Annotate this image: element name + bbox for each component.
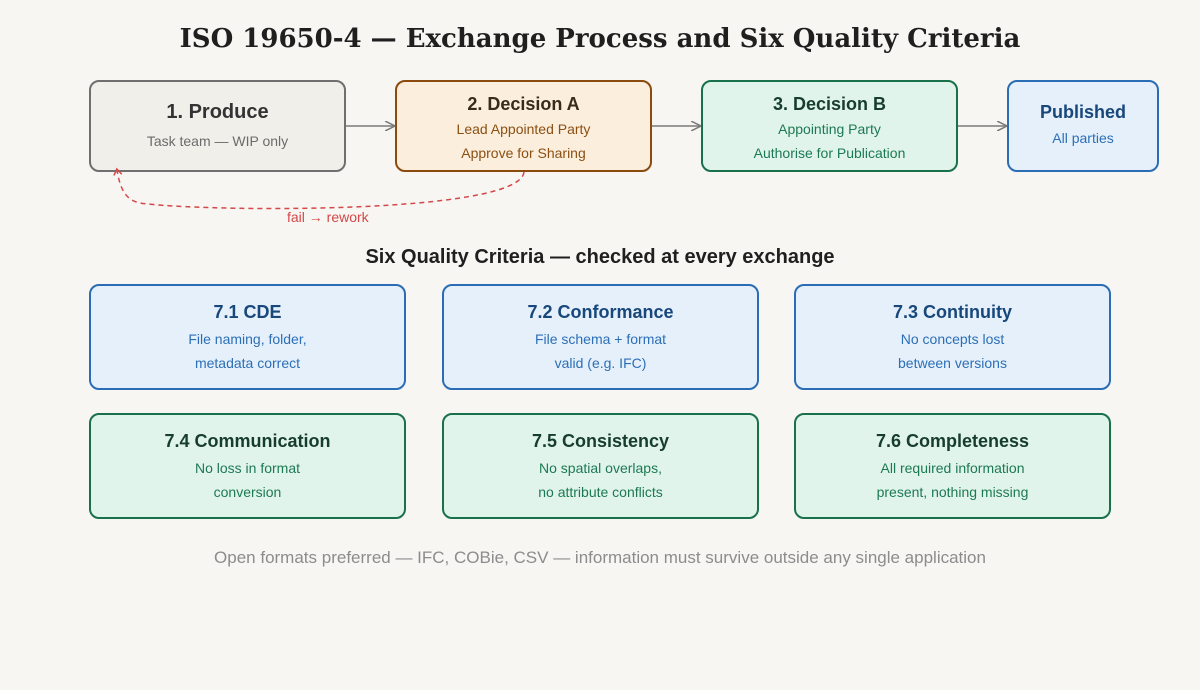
criterion-detail: No spatial overlaps, — [539, 460, 662, 476]
step-decision-b-action: Authorise for Publication — [753, 145, 906, 161]
step-decision-a-action: Approve for Sharing — [461, 145, 586, 161]
criterion-heading: 7.5 Consistency — [531, 431, 670, 451]
step-decision-b-heading: 3. Decision B — [772, 94, 887, 114]
step-produce-heading: 1. Produce — [166, 101, 269, 123]
criteria-title: Six Quality Criteria — checked at every … — [365, 246, 835, 268]
criterion-continuity[interactable]: 7.3 Continuity No concepts lost between … — [794, 284, 1111, 390]
step-published-heading: Published — [1039, 102, 1126, 122]
criterion-heading: 7.4 Communication — [164, 431, 331, 451]
criterion-detail: metadata correct — [194, 355, 301, 371]
criterion-cde[interactable]: 7.1 CDE File naming, folder, metadata co… — [89, 284, 406, 390]
rework-loop-arrow — [117, 170, 525, 210]
criterion-consistency[interactable]: 7.5 Consistency No spatial overlaps, no … — [442, 413, 759, 519]
step-decision-a[interactable]: 2. Decision A Lead Appointed Party Appro… — [395, 80, 652, 172]
step-decision-b-role: Appointing Party — [778, 121, 881, 137]
criterion-completeness[interactable]: 7.6 Completeness All required informatio… — [794, 413, 1111, 519]
criterion-heading: 7.2 Conformance — [527, 302, 674, 322]
criterion-detail: File schema + format — [534, 331, 667, 347]
criterion-detail: No concepts lost — [900, 331, 1005, 347]
criterion-heading: 7.1 CDE — [213, 302, 282, 322]
step-produce-detail: Task team — WIP only — [146, 133, 289, 149]
criterion-heading: 7.3 Continuity — [892, 302, 1012, 322]
criterion-communication[interactable]: 7.4 Communication No loss in format conv… — [89, 413, 406, 519]
step-decision-a-heading: 2. Decision A — [467, 94, 580, 114]
step-produce[interactable]: 1. Produce Task team — WIP only — [89, 80, 346, 172]
criterion-detail: no attribute conflicts — [538, 484, 663, 500]
criterion-detail: All required information — [880, 460, 1025, 476]
diagram-title: ISO 19650-4 — Exchange Process and Six Q… — [179, 24, 1021, 54]
criterion-heading: 7.6 Completeness — [875, 431, 1030, 451]
step-decision-a-role: Lead Appointed Party — [456, 121, 591, 137]
criterion-detail: conversion — [213, 484, 282, 500]
criterion-detail: File naming, folder, — [188, 331, 307, 347]
criterion-detail: No loss in format — [194, 460, 301, 476]
criterion-detail: present, nothing missing — [876, 484, 1029, 500]
footer-note: Open formats preferred — IFC, COBie, CSV… — [214, 548, 986, 567]
step-published[interactable]: Published All parties — [1007, 80, 1159, 172]
rework-loop-label: fail → rework — [287, 209, 369, 225]
step-decision-b[interactable]: 3. Decision B Appointing Party Authorise… — [701, 80, 958, 172]
step-published-detail: All parties — [1052, 130, 1114, 146]
criterion-detail: valid (e.g. IFC) — [554, 355, 647, 371]
criterion-detail: between versions — [898, 355, 1007, 371]
criterion-conformance[interactable]: 7.2 Conformance File schema + format val… — [442, 284, 759, 390]
